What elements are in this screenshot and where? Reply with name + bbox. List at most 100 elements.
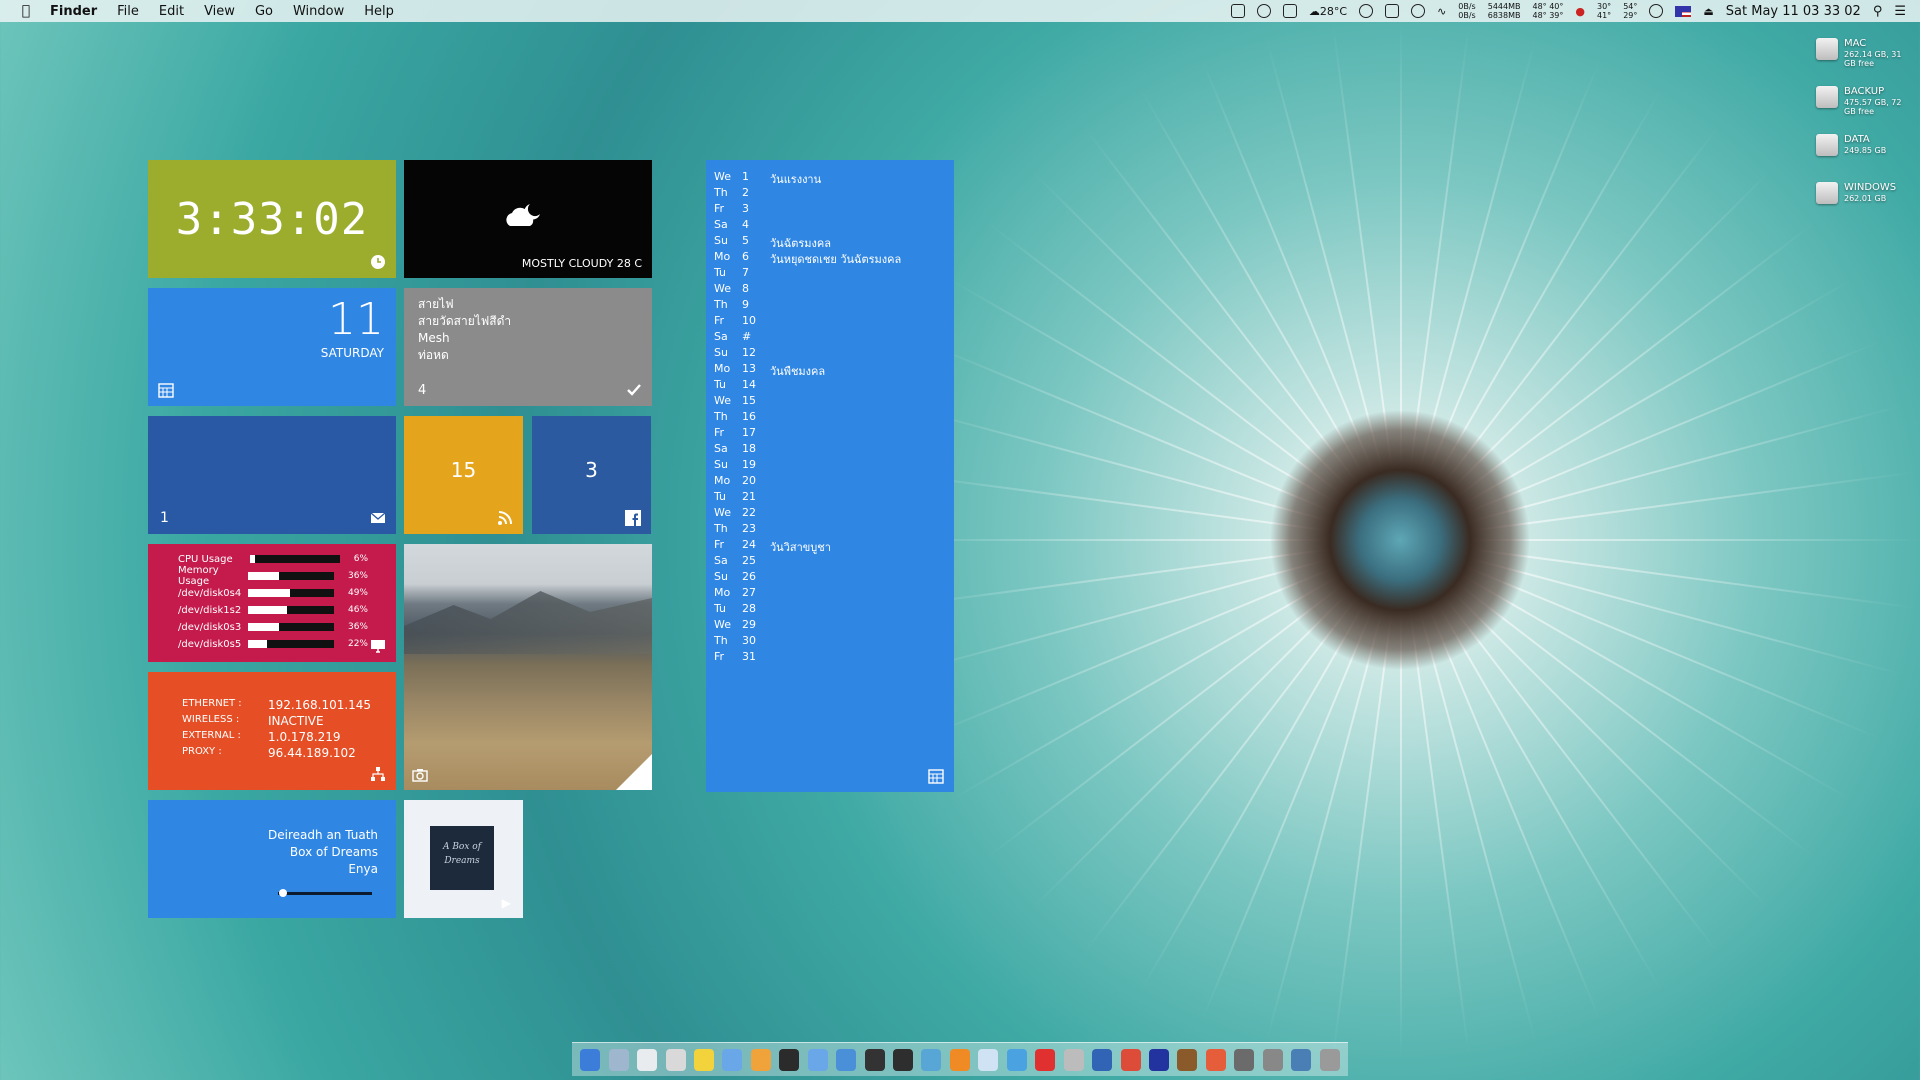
menu-window[interactable]: Window	[293, 4, 344, 19]
rss-tile[interactable]: 15	[404, 416, 523, 534]
calendar-row[interactable]: Th 2	[714, 186, 770, 202]
calendar-row[interactable]: Sa 4	[714, 218, 770, 234]
calendar-row[interactable]: We 22	[714, 506, 770, 522]
status-window-icon[interactable]	[1282, 4, 1297, 18]
calendar-row[interactable]: Fr 17	[714, 426, 770, 442]
menu-clock[interactable]: Sat May 11 03 33 02	[1726, 4, 1861, 19]
status-grid-icon[interactable]	[1385, 4, 1400, 18]
reminders-tile[interactable]: สายไฟ สายวัดสายไฟสีดำ Mesh ท่อหด 4	[404, 288, 652, 406]
status-mouse-icon[interactable]	[1256, 4, 1271, 18]
dock-app-icon[interactable]	[1291, 1048, 1312, 1071]
clock-tile[interactable]: 3:33:02	[148, 160, 396, 278]
calendar-row[interactable]: Tu 14	[714, 378, 770, 394]
dock-app-icon[interactable]	[893, 1048, 914, 1071]
dock-app-icon[interactable]	[978, 1048, 999, 1071]
calendar-row[interactable]: Th 30	[714, 634, 770, 650]
calendar-row[interactable]: Mo 27	[714, 586, 770, 602]
apple-menu-icon[interactable]: 	[16, 3, 36, 19]
calendar-row[interactable]: Fr 31	[714, 650, 770, 666]
status-memory[interactable]: 5444MB 6838MB	[1488, 2, 1521, 20]
status-temp[interactable]: 48° 40° 48° 39°	[1532, 2, 1563, 20]
calendar-row[interactable]: We 1 วันแรงงาน	[714, 170, 821, 186]
dock-app-icon[interactable]	[1262, 1048, 1283, 1071]
menu-go[interactable]: Go	[255, 4, 273, 19]
music-progress-bar[interactable]	[278, 892, 372, 895]
music-progress-knob[interactable]	[278, 889, 287, 897]
calendar-row[interactable]: Th 9	[714, 298, 770, 314]
status-network[interactable]: 0B/s 0B/s	[1458, 2, 1475, 20]
menu-app-name[interactable]: Finder	[50, 4, 97, 19]
menu-view[interactable]: View	[204, 4, 235, 19]
dock-app-icon[interactable]	[779, 1048, 800, 1071]
time-machine-icon[interactable]	[1649, 4, 1664, 18]
dock-app-icon[interactable]	[1063, 1048, 1084, 1071]
album-art-tile[interactable]: A Box of Dreams ▶	[404, 800, 523, 918]
dock-app-icon[interactable]	[1177, 1048, 1198, 1071]
photo-of-the-day-tile[interactable]	[404, 544, 652, 790]
dock-app-icon[interactable]	[949, 1048, 970, 1071]
calendar-row[interactable]: Su 12	[714, 346, 770, 362]
calendar-row[interactable]: Su 5 วันฉัตรมงคล	[714, 234, 831, 250]
weather-tile[interactable]: MOSTLY CLOUDY 28 C	[404, 160, 652, 278]
calendar-row[interactable]: Tu 7	[714, 266, 770, 282]
dock-app-icon[interactable]	[580, 1048, 601, 1071]
network-tile[interactable]: ETHERNET : 192.168.101.145 WIRELESS : INACT…	[148, 672, 396, 790]
calendar-row[interactable]: Tu 28	[714, 602, 770, 618]
dock-app-icon[interactable]	[1092, 1048, 1113, 1071]
calendar-row[interactable]: Su 19	[714, 458, 770, 474]
calendar-row[interactable]: Mo 13 วันพืชมงคล	[714, 362, 825, 378]
drive-data[interactable]: DATA 249.85 GB	[1816, 130, 1902, 174]
calendar-row[interactable]: Tu 21	[714, 490, 770, 506]
dock-app-icon[interactable]	[693, 1048, 714, 1071]
dock-app-icon[interactable]	[722, 1048, 743, 1071]
dock-app-icon[interactable]	[1035, 1048, 1056, 1071]
dock-app-icon[interactable]	[1120, 1048, 1141, 1071]
calendar-row[interactable]: Sa 18	[714, 442, 770, 458]
menu-file[interactable]: File	[117, 4, 139, 19]
menu-edit[interactable]: Edit	[159, 4, 184, 19]
eject-icon[interactable]: ⏏	[1703, 5, 1713, 18]
spotlight-icon[interactable]: ⚲	[1873, 4, 1883, 19]
status-sync-icon[interactable]	[1411, 4, 1426, 18]
dock-app-icon[interactable]	[836, 1048, 857, 1071]
calendar-row[interactable]: Mo 20	[714, 474, 770, 490]
menu-help[interactable]: Help	[364, 4, 394, 19]
dock-app-icon[interactable]	[1319, 1048, 1340, 1071]
system-stats-tile[interactable]: CPU Usage 6% Memory Usage 36% /dev/disk0s4 49…	[148, 544, 396, 662]
dock-app-icon[interactable]	[864, 1048, 885, 1071]
calendar-row[interactable]: Fr 10	[714, 314, 770, 330]
dock-app-icon[interactable]	[1006, 1048, 1027, 1071]
calendar-row[interactable]: We 8	[714, 282, 770, 298]
drive-backup[interactable]: BACKUP 475.57 GB, 72 GB free	[1816, 82, 1902, 126]
dock-app-icon[interactable]	[1234, 1048, 1255, 1071]
calendar-row[interactable]: Fr 3	[714, 202, 770, 218]
dock-app-icon[interactable]	[807, 1048, 828, 1071]
dock-app-icon[interactable]	[921, 1048, 942, 1071]
date-tile[interactable]: 11 SATURDAY	[148, 288, 396, 406]
play-icon[interactable]: ▶	[502, 896, 511, 910]
drive-windows[interactable]: WINDOWS 262.01 GB	[1816, 178, 1902, 222]
calendar-row[interactable]: We 15	[714, 394, 770, 410]
calendar-row[interactable]: Mo 6 วันหยุดชดเชย วันฉัตรมงคล	[714, 250, 901, 266]
dock-app-icon[interactable]	[637, 1048, 658, 1071]
status-fan[interactable]: 30° 41°	[1597, 2, 1611, 20]
calendar-row[interactable]: Sa #	[714, 330, 770, 346]
calendar-row[interactable]: Th 23	[714, 522, 770, 538]
dock-app-icon[interactable]	[750, 1048, 771, 1071]
now-playing-tile[interactable]: Deireadh an Tuath Box of Dreams Enya	[148, 800, 396, 918]
notification-center-icon[interactable]: ☰	[1894, 4, 1906, 19]
calendar-row[interactable]: Th 16	[714, 410, 770, 426]
dock-app-icon[interactable]	[608, 1048, 629, 1071]
status-hdd[interactable]: 54° 29°	[1623, 2, 1637, 20]
calendar-row[interactable]: Su 26	[714, 570, 770, 586]
drive-mac[interactable]: MAC 262.14 GB, 31 GB free	[1816, 34, 1902, 78]
mail-tile[interactable]: 1	[148, 416, 396, 534]
dock-app-icon[interactable]	[1205, 1048, 1226, 1071]
calendar-row[interactable]: We 29	[714, 618, 770, 634]
calendar-row[interactable]: Sa 25	[714, 554, 770, 570]
us-flag-icon[interactable]	[1675, 5, 1692, 17]
calendar-tile[interactable]: We 1 วันแรงงาน Th 2 Fr 3 Sa 4 Su 5 วันฉัตรมงคล Mo 6 วั…	[706, 160, 954, 792]
dock-app-icon[interactable]	[1148, 1048, 1169, 1071]
calendar-row[interactable]: Fr 24 วันวิสาขบูชา	[714, 538, 831, 554]
status-b-icon[interactable]	[1359, 4, 1374, 18]
